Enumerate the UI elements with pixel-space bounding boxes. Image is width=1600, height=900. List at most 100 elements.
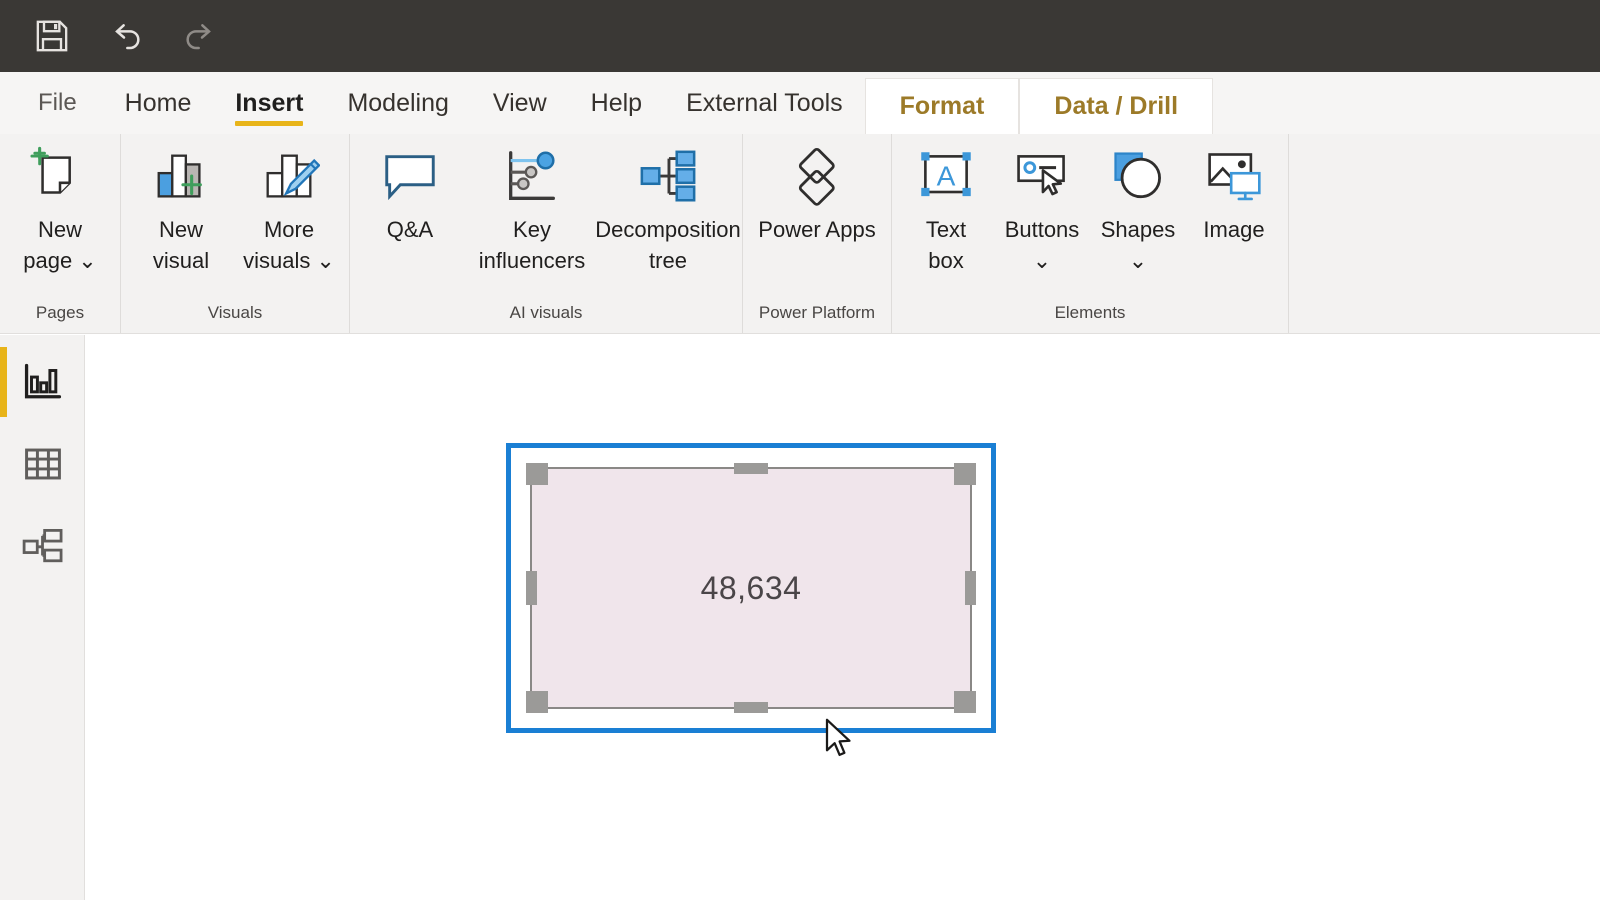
ribbon-group-pages: New page ⌄ Pages	[0, 134, 120, 333]
qna-button[interactable]: Q&A	[358, 140, 462, 249]
resize-handle-top-right[interactable]	[954, 463, 976, 485]
chevron-down-icon[interactable]: ⌄	[316, 245, 334, 276]
selected-visual-container[interactable]: 48,634	[506, 443, 996, 757]
key-influencers-label-line1: Key	[513, 217, 551, 242]
ribbon-group-elements-label: Elements	[1054, 303, 1126, 322]
key-influencers-label: Key influencers	[468, 214, 596, 276]
resize-handle-top-center[interactable]	[734, 463, 768, 474]
new-visual-label: New visual	[131, 214, 231, 276]
power-bi-desktop-window: File Home Insert Modeling View Help Exte…	[0, 0, 1600, 900]
more-visuals-label-line1: More	[263, 217, 315, 242]
shapes-button[interactable]: Shapes ⌄	[1092, 140, 1184, 280]
image-label-line1: Image	[1203, 217, 1265, 242]
buttons-button[interactable]: Buttons ⌄	[996, 140, 1088, 280]
qna-label-line1: Q&A	[386, 217, 434, 242]
text-box-label-line1: Text	[925, 217, 967, 242]
ribbon-group-ai-visuals: Q&A Key influencers Decomposition tree A…	[349, 134, 742, 333]
buttons-label: Buttons ⌄	[998, 214, 1086, 276]
ribbon-group-visuals: New visual More visuals ⌄ Visuals	[120, 134, 349, 333]
text-box-label: Text box	[905, 214, 987, 276]
new-visual-label-line1: New	[158, 217, 203, 242]
sidebar-item-data-view[interactable]	[0, 423, 85, 505]
ribbon-group-power-platform-label: Power Platform	[758, 303, 876, 322]
resize-handle-left-middle[interactable]	[526, 571, 537, 605]
ribbon-group-pages-items: New page ⌄	[8, 134, 112, 303]
shapes-icon	[1094, 144, 1182, 210]
tab-insert[interactable]: Insert	[213, 72, 325, 134]
sidebar-item-report-view[interactable]	[0, 341, 85, 423]
ribbon: New page ⌄ Pages New visual More visuals…	[0, 134, 1600, 334]
ribbon-group-ai-visuals-items: Q&A Key influencers Decomposition tree	[358, 134, 741, 303]
resize-handle-top-left[interactable]	[526, 463, 548, 485]
ribbon-group-power-platform-items: Power Apps	[751, 134, 883, 303]
new-visual-button[interactable]: New visual	[129, 140, 233, 280]
text-box-label-line2: box	[928, 248, 964, 274]
resize-handle-right-middle[interactable]	[965, 571, 976, 605]
new-page-icon	[10, 144, 110, 210]
ribbon-group-pages-label: Pages	[35, 303, 85, 322]
tab-modeling[interactable]: Modeling	[325, 72, 470, 134]
new-visual-icon	[131, 144, 231, 210]
card-value: 48,634	[700, 569, 802, 606]
more-visuals-icon	[239, 144, 339, 210]
decomposition-tree-label: Decomposition tree	[595, 214, 741, 276]
chevron-down-icon[interactable]: ⌄	[1094, 245, 1182, 276]
svg-text:A: A	[937, 160, 956, 191]
tab-view[interactable]: View	[471, 72, 569, 134]
new-visual-label-line2: visual	[152, 248, 210, 274]
ribbon-group-visuals-items: New visual More visuals ⌄	[129, 134, 341, 303]
key-influencers-button[interactable]: Key influencers	[466, 140, 598, 280]
tab-data-drill[interactable]: Data / Drill	[1019, 78, 1214, 134]
undo-icon[interactable]	[104, 14, 148, 58]
tab-file[interactable]: File	[12, 72, 103, 134]
ribbon-group-power-platform: Power Apps Power Platform	[742, 134, 891, 333]
ribbon-group-trailing-divider	[1288, 134, 1305, 333]
chevron-down-icon[interactable]: ⌄	[998, 245, 1086, 276]
decomposition-tree-icon	[604, 144, 732, 210]
key-influencers-icon	[468, 144, 596, 210]
shapes-label: Shapes ⌄	[1094, 214, 1182, 276]
ribbon-group-ai-visuals-label: AI visuals	[509, 303, 583, 322]
new-page-label-line1: New	[37, 217, 82, 242]
tab-home[interactable]: Home	[103, 72, 214, 134]
more-visuals-label: More visuals ⌄	[239, 214, 339, 276]
more-visuals-button[interactable]: More visuals ⌄	[237, 140, 341, 280]
save-icon[interactable]	[30, 14, 74, 58]
new-page-button[interactable]: New page ⌄	[8, 140, 112, 280]
tab-format[interactable]: Format	[864, 78, 1020, 134]
ribbon-group-visuals-label: Visuals	[207, 303, 263, 322]
key-influencers-label-line2: influencers	[478, 248, 586, 274]
new-page-label: New page ⌄	[10, 214, 110, 276]
decomposition-tree-label-line2: tree	[649, 248, 687, 274]
tab-external-tools[interactable]: External Tools	[664, 72, 865, 134]
quick-access-toolbar	[0, 0, 1600, 72]
resize-handle-bottom-right[interactable]	[954, 691, 976, 713]
power-apps-label: Power Apps	[758, 214, 875, 245]
redo-icon[interactable]	[178, 14, 222, 58]
decomposition-tree-label-line1: Decomposition	[595, 217, 741, 242]
text-box-icon: A	[902, 144, 990, 210]
text-box-button[interactable]: A Text box	[900, 140, 992, 280]
sidebar-item-model-view[interactable]	[0, 505, 85, 587]
resize-handle-bottom-left[interactable]	[526, 691, 548, 713]
buttons-icon	[998, 144, 1086, 210]
image-icon	[1190, 144, 1278, 210]
new-page-label-line2: page	[23, 248, 73, 274]
view-rail	[0, 335, 85, 900]
buttons-label-line1: Buttons	[1004, 217, 1080, 242]
image-button[interactable]: Image	[1188, 140, 1280, 249]
decomposition-tree-button[interactable]: Decomposition tree	[595, 140, 741, 280]
ribbon-group-elements-items: A Text box Buttons ⌄ Shapes ⌄ Image	[900, 134, 1280, 303]
ribbon-group-elements: A Text box Buttons ⌄ Shapes ⌄ Image Elem…	[891, 134, 1288, 333]
report-canvas[interactable]: 48,634	[86, 335, 1600, 900]
card-visual[interactable]: 48,634	[530, 467, 972, 709]
power-apps-label-line1: Power Apps	[758, 217, 876, 242]
shapes-label-line1: Shapes	[1100, 217, 1176, 242]
chevron-down-icon[interactable]: ⌄	[78, 245, 96, 276]
power-apps-button[interactable]: Power Apps	[751, 140, 883, 249]
tab-help[interactable]: Help	[569, 72, 664, 134]
resize-handle-bottom-center[interactable]	[734, 702, 768, 713]
power-apps-icon	[753, 144, 881, 210]
qna-icon	[360, 144, 460, 210]
more-visuals-label-line2: visuals	[243, 248, 311, 274]
